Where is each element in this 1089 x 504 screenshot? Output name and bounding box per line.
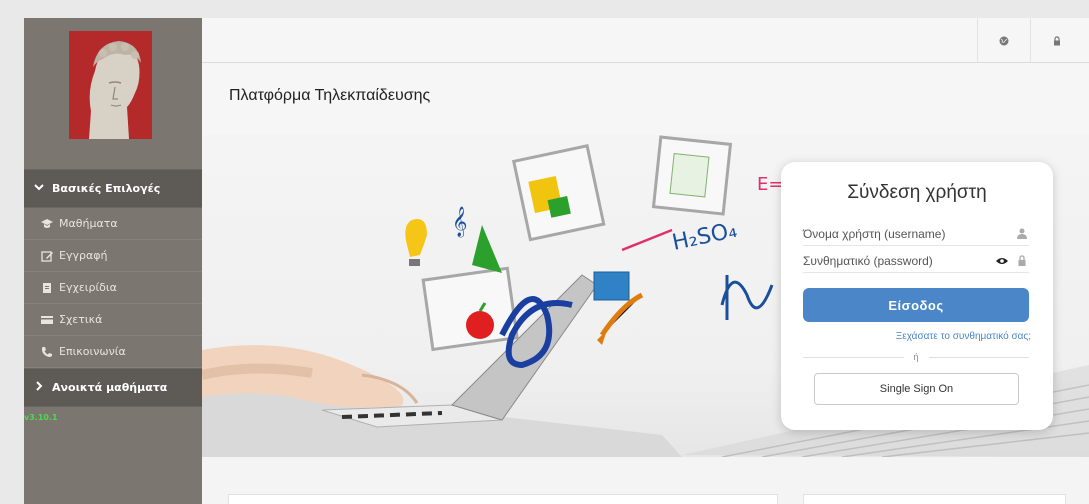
sidebar-item-manuals[interactable]: Εγχειρίδια (24, 272, 202, 304)
show-password-eye-icon[interactable] (995, 254, 1009, 268)
sidebar-item-label: Εγχειρίδια (59, 281, 117, 294)
phone-icon (41, 346, 53, 358)
document-icon (41, 282, 53, 294)
sidebar-item-contact[interactable]: Επικοινωνία (24, 336, 202, 368)
globe-icon (999, 31, 1009, 50)
sidebar-item-label: Σχετικά (59, 313, 103, 326)
sidebar-item-label: Μαθήματα (59, 217, 118, 230)
user-icon (1015, 227, 1029, 241)
chevron-right-icon (34, 381, 44, 394)
version-label: v3.10.1 (24, 413, 58, 422)
top-bar (202, 18, 1089, 63)
username-field[interactable]: Όνομα χρήστη (username) (803, 222, 1029, 246)
svg-text:E=: E= (757, 174, 783, 195)
page-title: Πλατφόρμα Τηλεκπαίδευσης (229, 87, 431, 104)
page-header: Πλατφόρμα Τηλεκπαίδευσης (202, 63, 1089, 135)
login-button[interactable]: Είσοδος (803, 288, 1029, 322)
lock-icon (1015, 254, 1029, 268)
forgot-password-link[interactable]: Ξεχάσατε το συνθηματικό σας; (896, 331, 1031, 342)
sidebar-item-register[interactable]: Εγγραφή (24, 240, 202, 272)
password-field[interactable]: Συνθηματικό (password) (803, 249, 1029, 273)
divider-line (803, 356, 904, 358)
sidebar-item-label: Επικοινωνία (59, 345, 126, 358)
svg-text:H₂SO₄: H₂SO₄ (670, 218, 739, 256)
lock-icon (1052, 31, 1062, 50)
content-area (202, 457, 1089, 504)
chevron-down-icon (34, 182, 44, 195)
divider-line (928, 356, 1030, 358)
language-button[interactable] (977, 18, 1030, 63)
graduation-cap-icon (41, 218, 53, 230)
login-lock-button[interactable] (1030, 18, 1083, 63)
or-label: ή (913, 352, 919, 362)
content-card (803, 494, 1066, 504)
menu-section-main[interactable]: Βασικές Επιλογές (24, 169, 202, 208)
menu-section-main-label: Βασικές Επιλογές (52, 182, 161, 195)
username-placeholder: Όνομα χρήστη (username) (803, 226, 946, 241)
sso-button[interactable]: Single Sign On (814, 373, 1019, 405)
edit-icon (41, 250, 53, 262)
content-card (228, 494, 778, 504)
sidebar-item-courses[interactable]: Μαθήματα (24, 208, 202, 240)
university-logo[interactable] (69, 31, 152, 139)
login-panel: Σύνδεση χρήστη Όνομα χρήστη (username) Σ… (781, 162, 1053, 430)
svg-text:𝄞: 𝄞 (452, 206, 467, 238)
sidebar-item-label: Εγγραφή (59, 249, 108, 262)
menu-section-open-courses[interactable]: Ανοικτά μαθήματα (24, 368, 202, 407)
logo-area (24, 18, 202, 169)
sidebar-item-about[interactable]: Σχετικά (24, 304, 202, 336)
password-placeholder: Συνθηματικό (password) (803, 253, 933, 268)
sidebar: Βασικές Επιλογές Μαθήματα Εγγραφή Εγχειρ… (24, 18, 202, 504)
menu-section-open-label: Ανοικτά μαθήματα (52, 381, 168, 394)
card-icon (41, 314, 53, 326)
login-title: Σύνδεση χρήστη (847, 182, 987, 203)
or-divider: ή (803, 350, 1030, 364)
